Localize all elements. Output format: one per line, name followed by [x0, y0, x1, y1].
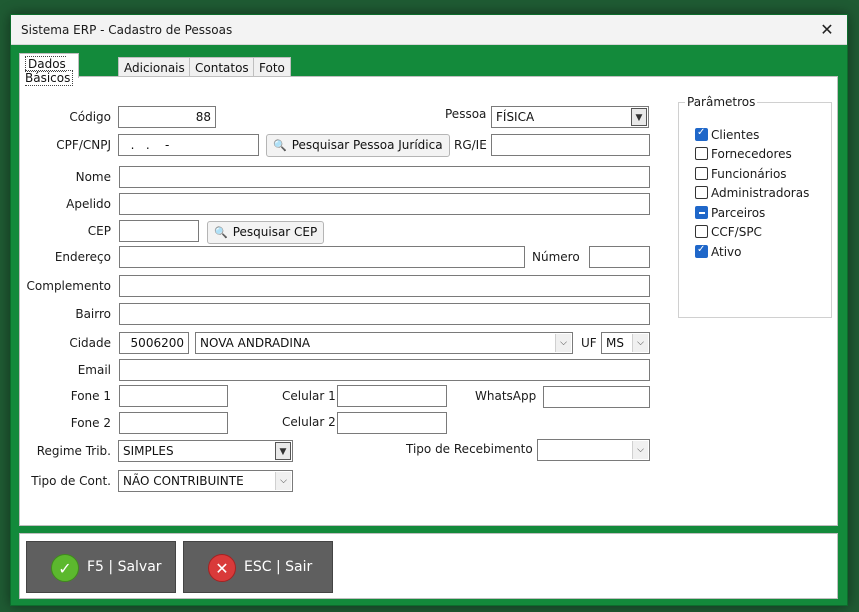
whatsapp-field[interactable]: [543, 386, 650, 408]
chevron-down-icon: ⌵: [555, 334, 571, 352]
footer-bar: ✓ F5 | Salvar ✕ ESC | Sair: [19, 533, 838, 599]
tipo-recebimento-select[interactable]: ⌵: [537, 439, 650, 461]
cidade-select[interactable]: NOVA ANDRADINA ⌵: [195, 332, 573, 354]
close-icon[interactable]: ✕: [817, 20, 837, 40]
title-bar: Sistema ERP - Cadastro de Pessoas ✕: [11, 15, 847, 45]
chevron-down-icon: ⌵: [632, 334, 648, 352]
checkbox-unchecked-icon: [695, 186, 708, 199]
rg-ie-label: RG/IE: [454, 138, 487, 152]
pesquisar-pessoa-juridica-button[interactable]: 🔍 Pesquisar Pessoa Jurídica: [266, 134, 450, 157]
checkbox-unchecked-icon: [695, 147, 708, 160]
chevron-down-icon: ⌵: [632, 441, 648, 459]
cpf-cnpj-field[interactable]: . . -: [118, 134, 259, 156]
check-icon: ✓: [51, 554, 79, 582]
dialog-window: Sistema ERP - Cadastro de Pessoas ✕ Dado…: [10, 14, 848, 606]
pessoa-label: Pessoa: [445, 107, 487, 121]
checkbox-checked-icon: [695, 244, 708, 258]
tipo-recebimento-label: Tipo de Recebimento: [406, 442, 533, 456]
magnifier-icon: 🔍: [214, 226, 228, 239]
fone1-field[interactable]: [119, 385, 228, 407]
checkbox-unchecked-icon: [695, 225, 708, 238]
uf-select[interactable]: MS ⌵: [601, 332, 650, 354]
numero-field[interactable]: [589, 246, 650, 268]
checkbox-ativo[interactable]: Ativo: [695, 244, 741, 263]
nome-field[interactable]: [119, 166, 650, 188]
tab-dados-basicos[interactable]: Dados Básicos: [19, 53, 80, 86]
fone1-label: Fone 1: [70, 389, 111, 403]
cpf-cnpj-label: CPF/CNPJ: [56, 138, 111, 152]
complemento-field[interactable]: [119, 275, 650, 297]
celular1-field[interactable]: [337, 385, 447, 407]
codigo-label: Código: [69, 110, 111, 124]
regime-trib-select[interactable]: SIMPLES ▼: [118, 440, 293, 462]
checkbox-funcionarios[interactable]: Funcionários: [695, 167, 787, 185]
tipo-cont-label: Tipo de Cont.: [31, 474, 111, 488]
parametros-group: Parâmetros Clientes Fornecedores Funcion…: [678, 95, 832, 318]
close-icon: ✕: [208, 554, 236, 582]
endereco-label: Endereço: [54, 250, 111, 264]
endereco-field[interactable]: [119, 246, 525, 268]
apelido-label: Apelido: [66, 197, 111, 211]
fone2-label: Fone 2: [70, 416, 111, 430]
tipo-cont-select[interactable]: NÃO CONTRIBUINTE ⌵: [118, 470, 293, 492]
save-button[interactable]: ✓ F5 | Salvar: [26, 541, 176, 593]
tab-foto[interactable]: Foto: [253, 57, 291, 78]
apelido-field[interactable]: [119, 193, 650, 215]
uf-label: UF: [581, 336, 597, 350]
chevron-down-icon: ⌵: [275, 472, 291, 490]
window-title: Sistema ERP - Cadastro de Pessoas: [21, 23, 233, 37]
whatsapp-label: WhatsApp: [475, 389, 537, 403]
exit-button[interactable]: ✕ ESC | Sair: [183, 541, 333, 593]
checkbox-clientes[interactable]: Clientes: [695, 127, 759, 146]
email-field[interactable]: [119, 359, 650, 381]
cidade-code-field[interactable]: 5006200: [119, 332, 189, 354]
email-label: Email: [77, 363, 111, 377]
checkbox-ccf-spc[interactable]: CCF/SPC: [695, 225, 762, 243]
celular2-label: Celular 2: [282, 415, 336, 429]
checkbox-administradoras[interactable]: Administradoras: [695, 186, 809, 204]
numero-label: Número: [532, 250, 580, 264]
dropdown-arrow-icon: ▼: [275, 442, 291, 460]
dropdown-arrow-icon: ▼: [631, 108, 647, 126]
checkbox-parceiros[interactable]: Parceiros: [695, 206, 765, 224]
rg-ie-field[interactable]: [491, 134, 650, 156]
cep-label: CEP: [87, 224, 111, 238]
checkbox-indeterminate-icon: [695, 206, 708, 219]
bairro-label: Bairro: [75, 307, 111, 321]
fone2-field[interactable]: [119, 412, 228, 434]
tab-adicionais[interactable]: Adicionais: [118, 57, 191, 78]
tab-contatos[interactable]: Contatos: [189, 57, 255, 78]
checkbox-fornecedores[interactable]: Fornecedores: [695, 147, 792, 165]
magnifier-icon: 🔍: [273, 139, 287, 152]
cidade-label: Cidade: [69, 336, 111, 350]
celular1-label: Celular 1: [282, 389, 336, 403]
codigo-field[interactable]: 88: [118, 106, 216, 128]
checkbox-checked-icon: [695, 127, 708, 141]
bairro-field[interactable]: [119, 303, 650, 325]
pessoa-select[interactable]: FÍSICA ▼: [491, 106, 649, 128]
parametros-title: Parâmetros: [685, 95, 758, 109]
cep-field[interactable]: [119, 220, 199, 242]
pesquisar-cep-button[interactable]: 🔍 Pesquisar CEP: [207, 221, 325, 244]
form-panel: Código 88 Pessoa FÍSICA ▼ CPF/CNPJ . . -…: [19, 76, 838, 526]
checkbox-unchecked-icon: [695, 167, 708, 180]
celular2-field[interactable]: [337, 412, 447, 434]
complemento-label: Complemento: [26, 279, 111, 293]
nome-label: Nome: [75, 170, 111, 184]
regime-trib-label: Regime Trib.: [36, 444, 111, 458]
